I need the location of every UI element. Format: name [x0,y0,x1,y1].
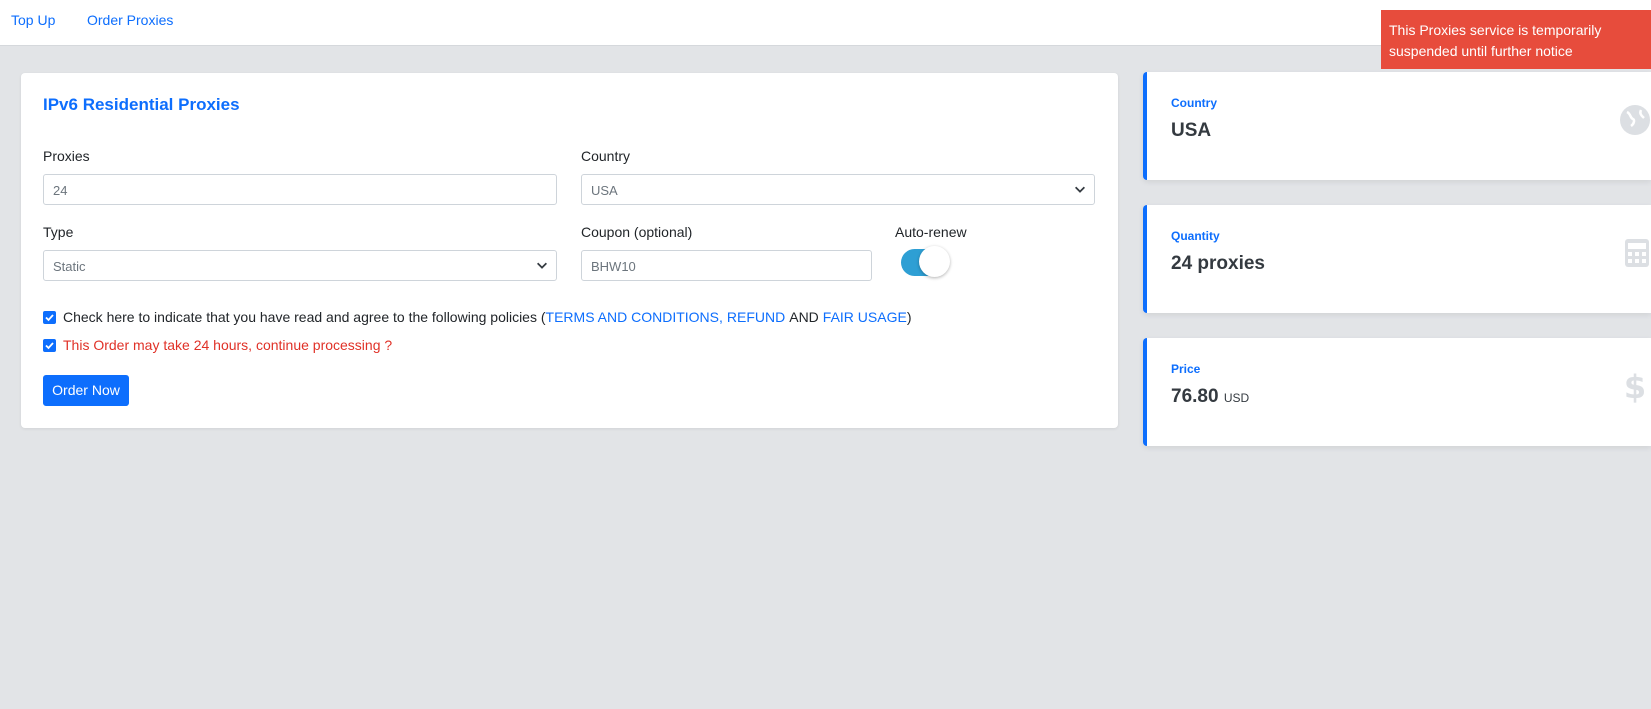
suspension-alert: This Proxies service is temporarily susp… [1381,10,1651,69]
type-label: Type [43,224,74,240]
processing-warning-text: This Order may take 24 hours, continue p… [63,337,393,353]
summary-country-card: Country USA [1143,72,1651,180]
type-select[interactable]: Static [43,250,557,281]
coupon-label: Coupon (optional) [581,224,693,240]
chevron-down-icon [1075,186,1085,193]
proxies-label: Proxies [43,148,90,164]
auto-renew-label: Auto-renew [895,224,967,240]
summary-price-title: Price [1171,362,1201,376]
proxies-input[interactable]: 24 [43,174,557,205]
terms-link[interactable]: TERMS AND CONDITIONS, [546,309,723,325]
order-form-card: IPv6 Residential Proxies Proxies 24 Coun… [21,73,1118,428]
toggle-knob [919,246,950,277]
globe-icon [1620,105,1650,135]
policy-prefix: Check here to indicate that you have rea… [63,309,546,325]
summary-quantity-value: 24 proxies [1171,253,1265,274]
chevron-down-icon [537,262,547,269]
country-select[interactable]: USA [581,174,1095,205]
summary-price-value-wrap: 76.80 USD [1171,386,1249,408]
summary-quantity-title: Quantity [1171,229,1220,243]
summary-price-unit: USD [1223,391,1250,405]
policy-and: AND [789,309,819,325]
coupon-input[interactable]: BHW10 [581,250,872,281]
nav-top-up[interactable]: Top Up [11,12,55,28]
processing-checkbox[interactable] [43,338,56,352]
country-select-value: USA [591,183,618,198]
refund-link[interactable]: REFUND [727,309,785,325]
order-now-button[interactable]: Order Now [43,375,129,406]
page-title: IPv6 Residential Proxies [43,95,240,114]
nav-order-proxies[interactable]: Order Proxies [87,12,173,28]
type-select-value: Static [53,259,86,274]
calculator-icon [1625,239,1649,267]
svg-text:$: $ [1624,368,1646,404]
summary-price-card: Price 76.80 USD $ [1143,338,1651,446]
summary-quantity-card: Quantity 24 proxies [1143,205,1651,313]
policy-suffix: ) [906,309,912,325]
policy-checkbox[interactable] [43,310,56,324]
auto-renew-toggle[interactable] [899,246,950,279]
summary-country-title: Country [1171,96,1217,110]
country-label: Country [581,148,631,164]
processing-confirm-row: This Order may take 24 hours, continue p… [43,337,392,353]
policy-agreement-row: Check here to indicate that you have rea… [43,309,912,325]
fair-usage-link[interactable]: FAIR USAGE [823,309,907,325]
check-icon [45,313,54,321]
summary-price-value: 76.80 [1171,386,1219,407]
dollar-icon: $ [1624,368,1646,404]
summary-country-value: USA [1171,120,1212,141]
check-icon [45,341,54,349]
